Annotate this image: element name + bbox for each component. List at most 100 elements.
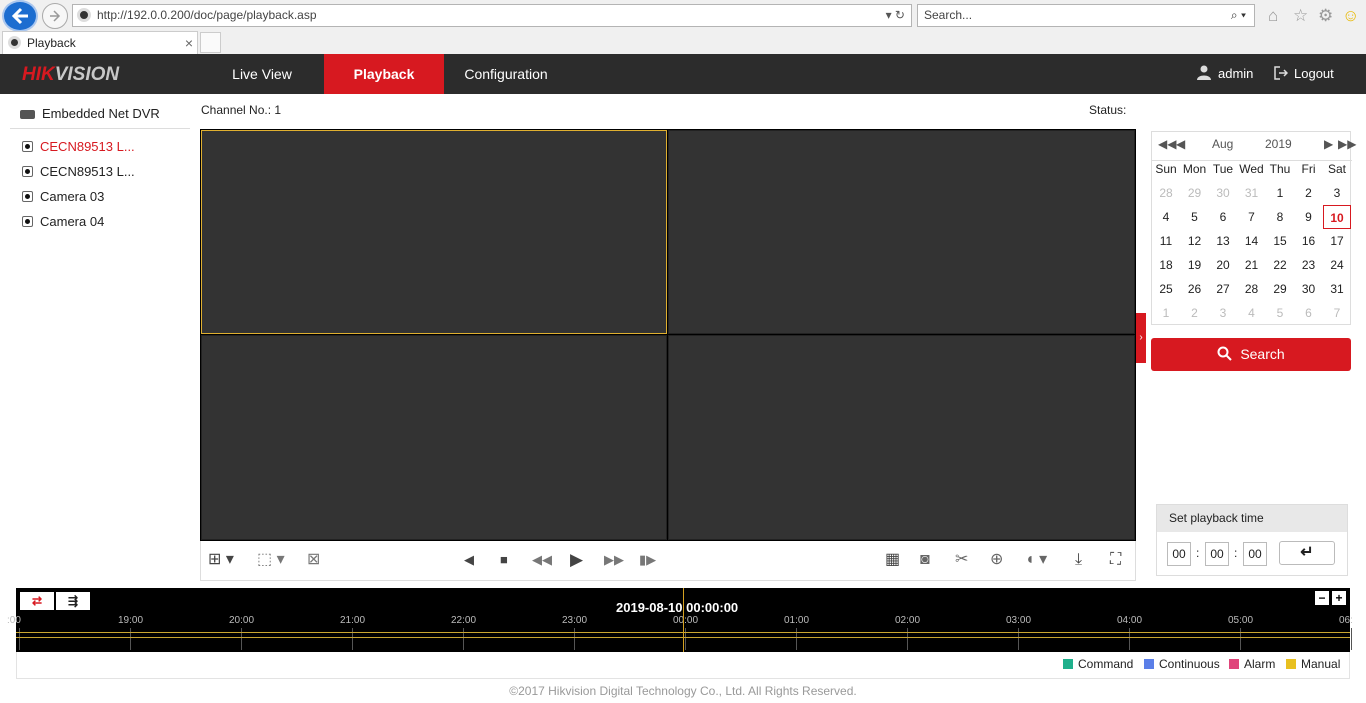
dropdown-refresh-icon[interactable]: ▾ ↻ <box>886 5 905 26</box>
video-window-1[interactable] <box>201 130 667 334</box>
camera-item-1[interactable]: CECN89513 L... <box>22 139 135 154</box>
calendar-day[interactable]: 5 <box>1181 205 1209 229</box>
camera-item-4[interactable]: Camera 04 <box>22 214 104 229</box>
calendar-day[interactable]: 28 <box>1152 181 1180 205</box>
zoom-out-button[interactable]: − <box>1315 591 1329 605</box>
back-button[interactable] <box>2 0 38 32</box>
prev-month-icon[interactable]: ◀ <box>1176 137 1185 151</box>
zoom-in-icon[interactable]: ⊕ <box>990 551 1003 569</box>
play-icon[interactable]: ▶ <box>570 551 583 569</box>
timeline-swap-icon[interactable]: ⇄ <box>20 592 54 610</box>
calendar-day[interactable]: 3 <box>1209 301 1237 325</box>
stream-icon[interactable]: ⊠ <box>307 551 320 569</box>
calendar-day[interactable]: 6 <box>1209 205 1237 229</box>
calendar-day[interactable]: 3 <box>1323 181 1351 205</box>
calendar-day[interactable]: 29 <box>1181 181 1209 205</box>
video-window-3[interactable] <box>201 335 667 540</box>
collapse-panel-button[interactable]: › <box>1136 313 1146 363</box>
video-window-4[interactable] <box>668 335 1135 540</box>
prev-year-icon[interactable]: ◀◀ <box>1158 137 1176 151</box>
tab-live-view[interactable]: Live View <box>200 54 324 94</box>
tab-playback[interactable]: Playback <box>324 54 444 94</box>
stop-icon[interactable]: ■ <box>500 551 508 569</box>
home-icon[interactable]: ⌂ <box>1268 6 1278 26</box>
logout-button[interactable]: Logout <box>1274 54 1334 94</box>
slow-icon[interactable]: ◀◀ <box>532 551 552 569</box>
address-bar[interactable]: http://192.0.0.200/doc/page/playback.asp… <box>72 4 912 27</box>
frame-step-icon[interactable]: ▮▶ <box>639 551 656 569</box>
calendar-day[interactable]: 4 <box>1152 205 1180 229</box>
calendar-day[interactable]: 9 <box>1295 205 1323 229</box>
zoom-in-button[interactable]: + <box>1332 591 1346 605</box>
calendar-day[interactable]: 29 <box>1266 277 1294 301</box>
browser-tab[interactable]: Playback × <box>2 31 198 54</box>
search-field[interactable]: Search... ⌕ ▾ <box>917 4 1255 27</box>
calendar-day[interactable]: 11 <box>1152 229 1180 253</box>
calendar-day[interactable]: 7 <box>1323 301 1351 325</box>
gear-icon[interactable]: ⚙ <box>1318 6 1333 26</box>
enter-button[interactable]: ↵ <box>1279 541 1335 565</box>
calendar-day[interactable]: 31 <box>1323 277 1351 301</box>
calendar-day[interactable]: 1 <box>1152 301 1180 325</box>
calendar-day[interactable]: 7 <box>1238 205 1266 229</box>
calendar-day[interactable]: 30 <box>1209 181 1237 205</box>
hour-input[interactable]: 00 <box>1167 542 1191 566</box>
camera-item-3[interactable]: Camera 03 <box>22 189 104 204</box>
calendar-day[interactable]: 2 <box>1181 301 1209 325</box>
calendar-day[interactable]: 25 <box>1152 277 1180 301</box>
timeline-cursor[interactable] <box>683 588 684 652</box>
search-icon[interactable]: ⌕ ▾ <box>1231 5 1246 26</box>
star-icon[interactable]: ☆ <box>1293 6 1308 26</box>
calendar-day[interactable]: 19 <box>1181 253 1209 277</box>
calendar-day[interactable]: 13 <box>1209 229 1237 253</box>
video-window-2[interactable] <box>668 130 1135 334</box>
second-input[interactable]: 00 <box>1243 542 1267 566</box>
calendar-day[interactable]: 24 <box>1323 253 1351 277</box>
new-tab-button[interactable] <box>200 32 221 53</box>
calendar-day[interactable]: 21 <box>1238 253 1266 277</box>
window-layout-icon[interactable]: ⊞ ▾ <box>208 551 234 569</box>
timeline-adjust-icon[interactable]: ⇶ <box>56 592 90 610</box>
calendar-day[interactable]: 27 <box>1209 277 1237 301</box>
calendar-day[interactable]: 15 <box>1266 229 1294 253</box>
calendar-day[interactable]: 30 <box>1295 277 1323 301</box>
calendar-day[interactable]: 4 <box>1238 301 1266 325</box>
window-select-icon[interactable]: ⬚ ▾ <box>257 551 285 569</box>
calendar-day[interactable]: 1 <box>1266 181 1294 205</box>
reverse-play-icon[interactable]: ◀ <box>464 551 474 569</box>
calendar-day[interactable]: 23 <box>1295 253 1323 277</box>
smiley-icon[interactable]: ☺ <box>1342 6 1359 26</box>
camera-snapshot-icon[interactable]: ◙ <box>920 551 930 569</box>
user-menu[interactable]: admin <box>1196 54 1253 94</box>
calendar-day[interactable]: 26 <box>1181 277 1209 301</box>
clip-icon[interactable]: ▦ <box>885 551 900 569</box>
next-month-icon[interactable]: ▶ <box>1324 137 1333 151</box>
calendar-day[interactable]: 6 <box>1295 301 1323 325</box>
calendar-day[interactable]: 31 <box>1238 181 1266 205</box>
audio-icon[interactable]: ◖ ▾ <box>1025 551 1047 569</box>
download-icon[interactable]: ⤓ <box>1075 551 1082 569</box>
calendar-day[interactable]: 18 <box>1152 253 1180 277</box>
calendar-day[interactable]: 8 <box>1266 205 1294 229</box>
close-icon[interactable]: × <box>185 32 193 54</box>
calendar-day[interactable]: 17 <box>1323 229 1351 253</box>
calendar-day[interactable]: 16 <box>1295 229 1323 253</box>
calendar-day[interactable]: 14 <box>1238 229 1266 253</box>
calendar-day[interactable]: 12 <box>1181 229 1209 253</box>
tab-configuration[interactable]: Configuration <box>444 54 568 94</box>
camera-item-2[interactable]: CECN89513 L... <box>22 164 135 179</box>
device-node[interactable]: Embedded Net DVR <box>20 106 160 121</box>
timeline[interactable]: ⇄ ⇶ 2019-08-10 00:00:00 :00 19:00 20:00 21:… <box>7 588 1353 652</box>
minute-input[interactable]: 00 <box>1205 542 1229 566</box>
scissors-icon[interactable]: ✂ <box>955 551 968 569</box>
fast-icon[interactable]: ▶▶ <box>604 551 624 569</box>
calendar-day[interactable]: 20 <box>1209 253 1237 277</box>
calendar-day[interactable]: 2 <box>1295 181 1323 205</box>
search-button[interactable]: Search <box>1151 338 1351 371</box>
calendar-day[interactable]: 28 <box>1238 277 1266 301</box>
forward-button[interactable] <box>42 3 68 29</box>
fullscreen-icon[interactable]: ⛶ <box>1110 551 1121 569</box>
next-year-icon[interactable]: ▶▶ <box>1338 137 1356 151</box>
calendar-day[interactable]: 5 <box>1266 301 1294 325</box>
calendar-day[interactable]: 22 <box>1266 253 1294 277</box>
